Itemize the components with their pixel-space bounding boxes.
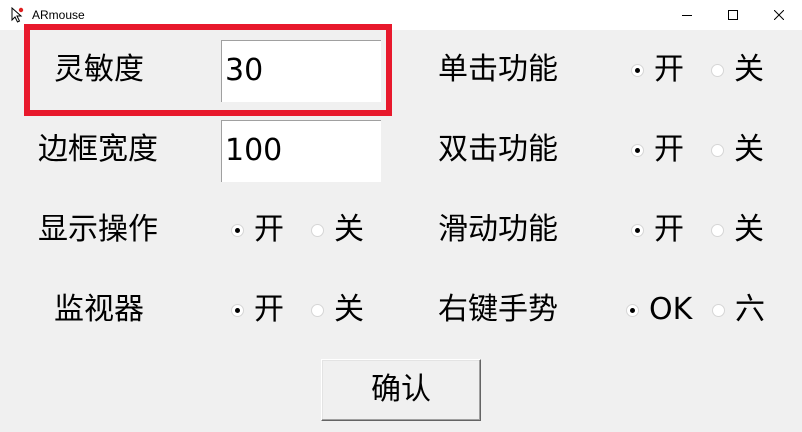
monitor-off-label: 关 [334, 292, 364, 327]
swipe-label: 滑动功能 [438, 212, 558, 247]
right-gesture-ok-label: OK [649, 292, 693, 327]
monitor-label: 监视器 [54, 292, 144, 327]
radio-checked-icon [231, 303, 244, 317]
single-click-off-radio[interactable]: 关 [711, 50, 764, 90]
radio-checked-icon [231, 223, 244, 237]
title-bar[interactable]: ARmouse [0, 0, 802, 30]
armouse-window: ARmouse 灵敏度 30 边框宽度 100 显示操作 开 关 监视器 开 关… [0, 0, 802, 432]
maximize-button[interactable] [710, 0, 756, 30]
single-click-label: 单击功能 [438, 52, 558, 87]
close-button[interactable] [756, 0, 802, 30]
radio-checked-icon [631, 223, 644, 237]
radio-unchecked-icon [711, 143, 724, 157]
swipe-on-radio[interactable]: 开 [631, 210, 684, 250]
radio-unchecked-icon [311, 303, 324, 317]
right-gesture-six-label: 六 [735, 292, 765, 327]
show-actions-label: 显示操作 [38, 212, 158, 247]
show-actions-on-radio[interactable]: 开 [231, 210, 284, 250]
show-actions-on-label: 开 [254, 212, 284, 247]
single-click-on-radio[interactable]: 开 [631, 50, 684, 90]
close-icon [774, 10, 784, 20]
right-gesture-six-radio[interactable]: 六 [712, 290, 765, 330]
right-gesture-ok-radio[interactable]: OK [626, 290, 692, 330]
double-click-off-radio[interactable]: 关 [711, 130, 764, 170]
single-click-on-label: 开 [654, 52, 684, 87]
swipe-on-label: 开 [654, 212, 684, 247]
radio-checked-icon [626, 303, 639, 317]
double-click-on-radio[interactable]: 开 [631, 130, 684, 170]
radio-checked-icon [631, 143, 644, 157]
double-click-off-label: 关 [734, 132, 764, 167]
swipe-off-label: 关 [734, 212, 764, 247]
mouse-cursor-icon [11, 7, 24, 23]
radio-checked-icon [631, 63, 644, 77]
radio-unchecked-icon [311, 223, 324, 237]
minimize-button[interactable] [664, 0, 710, 30]
monitor-on-label: 开 [254, 292, 284, 327]
right-gesture-label: 右键手势 [438, 292, 558, 327]
double-click-label: 双击功能 [438, 132, 558, 167]
monitor-off-radio[interactable]: 关 [311, 290, 364, 330]
window-title: ARmouse [32, 8, 85, 22]
show-actions-off-label: 关 [334, 212, 364, 247]
swipe-off-radio[interactable]: 关 [711, 210, 764, 250]
maximize-icon [728, 10, 738, 20]
show-actions-off-radio[interactable]: 关 [311, 210, 364, 250]
sensitivity-label: 灵敏度 [54, 52, 144, 87]
single-click-off-label: 关 [734, 52, 764, 87]
confirm-button[interactable]: 确认 [321, 359, 481, 421]
sensitivity-input[interactable]: 30 [221, 40, 381, 102]
monitor-on-radio[interactable]: 开 [231, 290, 284, 330]
radio-unchecked-icon [711, 223, 724, 237]
border-width-input[interactable]: 100 [221, 120, 381, 182]
border-width-label: 边框宽度 [38, 132, 158, 167]
radio-unchecked-icon [711, 63, 724, 77]
minimize-icon [682, 15, 692, 16]
double-click-on-label: 开 [654, 132, 684, 167]
radio-unchecked-icon [712, 303, 725, 317]
